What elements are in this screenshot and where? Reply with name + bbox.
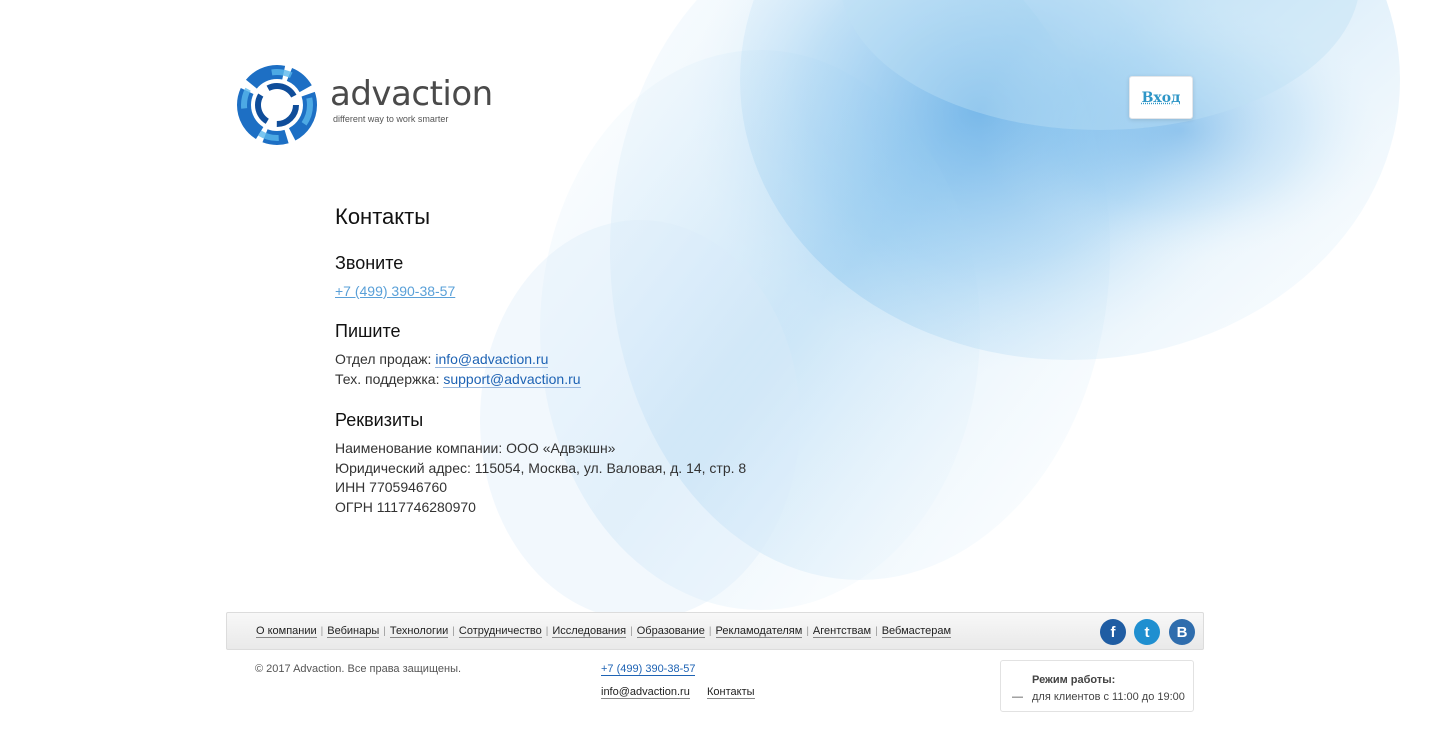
advaction-logo[interactable]: advaction different way to work smarter (234, 64, 524, 146)
support-label: Тех. поддержка: (335, 371, 440, 387)
nav-separator: | (806, 626, 809, 637)
working-hours-dash: — (1012, 691, 1023, 703)
nav-advertisers[interactable]: Рекламодателям (715, 625, 803, 638)
nav-separator: | (452, 626, 455, 637)
requisites-heading: Реквизиты (335, 410, 424, 430)
sales-contact: Отдел продаж: info@advaction.ru (335, 351, 549, 368)
nav-agencies[interactable]: Агентствам (812, 625, 872, 638)
footer-nav: О компании | Вебинары | Технологии | Сотруднич… (256, 625, 952, 638)
legal-address: Юридический адрес: 115054, Москва, ул. В… (335, 460, 747, 476)
company-name: Наименование компании: ООО «Адвэкшн» (335, 440, 616, 456)
nav-separator: | (875, 626, 878, 637)
sales-email-link[interactable]: info@advaction.ru (435, 351, 549, 368)
nav-separator: | (545, 626, 549, 637)
nav-about[interactable]: О компании (256, 625, 317, 638)
nav-cooperation[interactable]: Сотрудничество (458, 625, 542, 638)
ogrn: ОГРН 1117746280970 (335, 499, 476, 515)
twitter-icon[interactable]: t (1134, 619, 1160, 645)
login-button[interactable]: Вход (1129, 76, 1193, 119)
page-title: Контакты (335, 204, 431, 229)
nav-education[interactable]: Образование (636, 625, 705, 638)
nav-webinars[interactable]: Вебинары (327, 625, 380, 638)
nav-webmasters[interactable]: Вебмастерам (881, 625, 952, 638)
inn: ИНН 7705946760 (335, 479, 448, 495)
copyright: © 2017 Advaction. Все права защищены. (255, 663, 462, 675)
footer-phone-link[interactable]: +7 (499) 390-38-57 (601, 663, 696, 676)
nav-separator: | (383, 626, 386, 637)
working-hours-box: Режим работы: — для клиентов с 11:00 до … (1000, 660, 1194, 712)
footer-contacts-link[interactable]: Контакты (707, 686, 755, 699)
working-hours-text: для клиентов с 11:00 до 19:00 (1032, 691, 1185, 703)
working-hours-title: Режим работы: (1032, 674, 1116, 686)
logo-wordmark: advaction (330, 74, 493, 114)
sales-label: Отдел продаж: (335, 351, 432, 367)
call-heading: Звоните (335, 253, 404, 273)
nav-technologies[interactable]: Технологии (389, 625, 449, 638)
footer-email-link[interactable]: info@advaction.ru (601, 686, 690, 699)
vk-icon[interactable]: B (1169, 619, 1195, 645)
write-heading: Пишите (335, 321, 401, 341)
nav-research[interactable]: Исследования (552, 625, 627, 638)
nav-separator: | (708, 626, 712, 637)
logo-tagline: different way to work smarter (333, 114, 449, 124)
footer-nav-bar: О компании | Вебинары | Технологии | Сотруднич… (226, 612, 1204, 650)
facebook-icon[interactable]: f (1100, 619, 1126, 645)
support-email-link[interactable]: support@advaction.ru (443, 371, 581, 388)
nav-separator: | (630, 626, 633, 637)
support-contact: Тех. поддержка: support@advaction.ru (335, 371, 581, 388)
phone-link[interactable]: +7 (499) 390-38-57 (335, 283, 455, 299)
logo-ring-icon (237, 65, 317, 145)
nav-separator: | (320, 626, 324, 637)
